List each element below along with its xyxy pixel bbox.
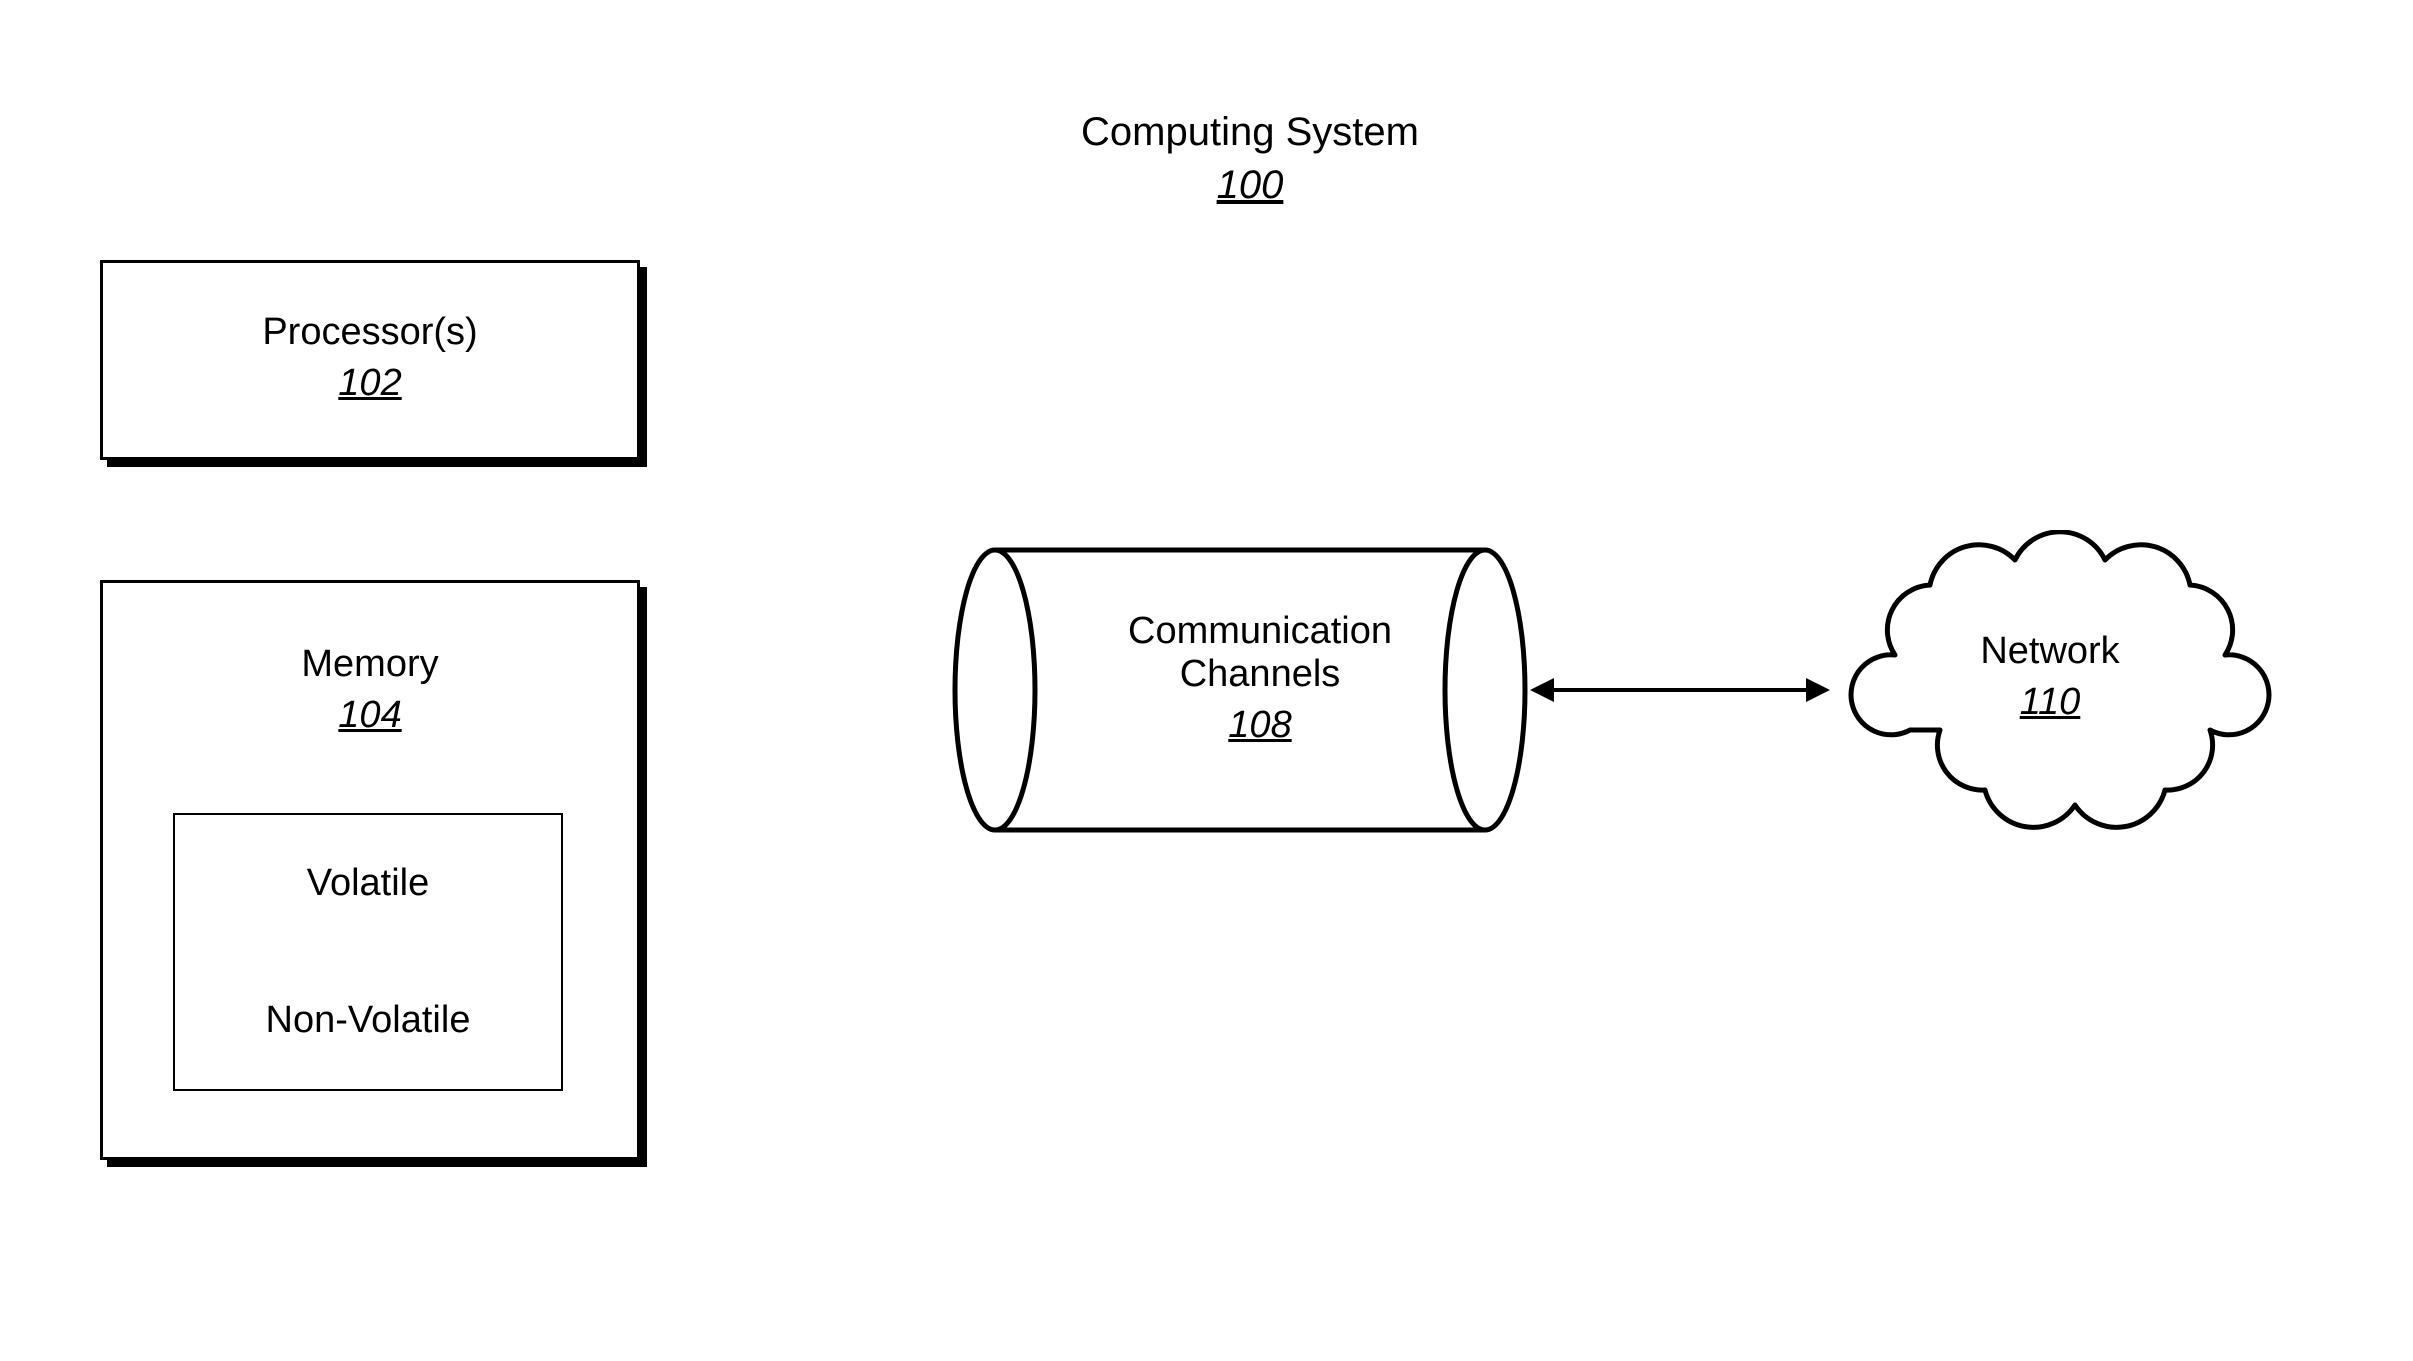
network-ref: 110 — [1920, 681, 2180, 724]
memory-nonvolatile-cell: Non-Volatile — [173, 951, 563, 1091]
communication-channels-ref: 108 — [1060, 704, 1460, 747]
processor-box: Processor(s) 102 — [100, 260, 640, 460]
communication-channels-label-block: Communication Channels 108 — [1060, 610, 1460, 747]
diagram-title-block: Computing System 100 — [1000, 110, 1500, 208]
network-label-block: Network 110 — [1920, 630, 2180, 724]
processor-label: Processor(s) — [103, 311, 637, 354]
communication-channels-label-2: Channels — [1060, 653, 1460, 696]
memory-volatile-label: Volatile — [307, 862, 430, 905]
diagram-canvas: Computing System 100 Processor(s) 102 Me… — [0, 0, 2413, 1361]
memory-nonvolatile-label: Non-Volatile — [266, 999, 471, 1042]
memory-ref: 104 — [103, 694, 637, 737]
memory-label: Memory — [103, 643, 637, 686]
diagram-title: Computing System — [1000, 110, 1500, 155]
network-label: Network — [1920, 630, 2180, 673]
memory-volatile-cell: Volatile — [173, 813, 563, 953]
diagram-title-ref: 100 — [1000, 163, 1500, 208]
memory-box: Memory 104 Volatile Non-Volatile — [100, 580, 640, 1160]
communication-channels-label-1: Communication — [1060, 610, 1460, 653]
processor-ref: 102 — [103, 362, 637, 405]
bidirectional-arrow — [1530, 660, 1830, 720]
